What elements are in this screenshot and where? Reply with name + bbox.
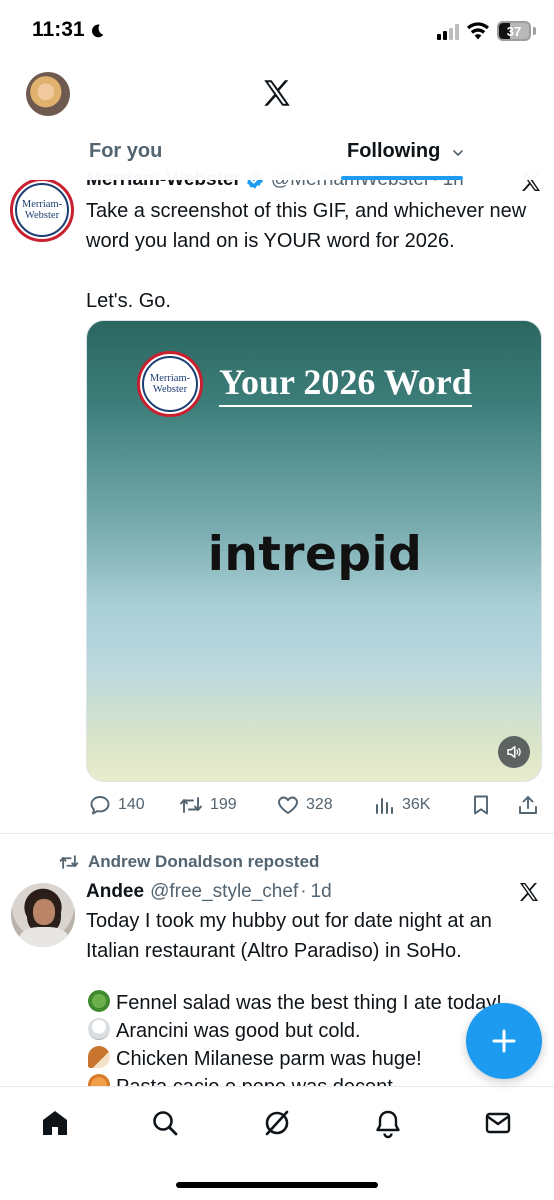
- logo-text: Merriam-: [149, 372, 191, 384]
- home-icon[interactable]: [39, 1107, 71, 1139]
- speaker-muted-icon: [507, 746, 521, 758]
- avatar[interactable]: [11, 883, 75, 947]
- home-indicator: [176, 1182, 378, 1188]
- battery-percent: 37: [506, 23, 522, 39]
- tweet-header: Andee @free_style_chef · 1d: [86, 878, 332, 906]
- repost-count: 199: [210, 796, 237, 813]
- heart-icon: [278, 796, 298, 814]
- repost-icon: [180, 797, 202, 813]
- bookmark-button[interactable]: [470, 788, 498, 822]
- tweet-media-gif[interactable]: Merriam- Webster Your 2026 Word intrepid: [86, 320, 542, 782]
- analytics-icon: [376, 798, 393, 814]
- separator-dot: ·: [300, 881, 307, 902]
- tweet-actions: 140 199 328 36K: [86, 788, 542, 822]
- views-button[interactable]: 36K: [374, 788, 430, 822]
- battery-indicator: 37: [497, 21, 531, 41]
- view-count: 36K: [402, 796, 431, 813]
- like-button[interactable]: 328: [276, 788, 333, 822]
- plus-icon: [492, 1029, 516, 1053]
- tweet-text: Take a screenshot of this GIF, and which…: [86, 200, 527, 312]
- tweet-line: Fennel salad was the best thing I ate to…: [88, 988, 538, 1018]
- author-name[interactable]: Andee: [86, 881, 144, 903]
- status-time: 11:31: [32, 18, 85, 41]
- mail-icon[interactable]: [482, 1107, 514, 1139]
- repost-button[interactable]: 199: [178, 788, 237, 822]
- avatar[interactable]: Merriam- Webster: [10, 178, 74, 242]
- top-header: 11:31 37 For you Following: [0, 0, 554, 180]
- x-source-icon: [520, 883, 538, 901]
- bookmark-icon: [474, 795, 488, 815]
- wifi-icon: [467, 22, 489, 40]
- reply-button[interactable]: 140: [88, 788, 145, 822]
- tab-following[interactable]: Following: [347, 140, 440, 163]
- rice-ball-emoji-icon: [88, 1018, 110, 1040]
- search-icon[interactable]: [149, 1107, 181, 1139]
- active-tab-indicator: [341, 176, 463, 180]
- share-button[interactable]: [516, 788, 546, 822]
- focus-moon-icon: [91, 24, 104, 38]
- avatar-text: Merriam-: [21, 198, 63, 210]
- salad-emoji-icon: [88, 990, 110, 1012]
- tweet-time: 1d: [310, 881, 332, 902]
- cellular-signal-icon: [437, 24, 459, 40]
- poultry-leg-emoji-icon: [88, 1046, 110, 1068]
- grok-icon[interactable]: [261, 1107, 293, 1139]
- x-logo-icon[interactable]: [260, 76, 294, 110]
- logo-text: Webster: [152, 384, 188, 395]
- share-icon: [519, 796, 537, 814]
- reply-icon: [90, 796, 110, 815]
- compose-post-button[interactable]: [466, 1003, 542, 1079]
- repost-context[interactable]: Andrew Donaldson reposted: [58, 850, 319, 874]
- like-count: 328: [306, 796, 333, 813]
- sound-toggle-button[interactable]: [498, 736, 530, 768]
- bell-icon[interactable]: [372, 1107, 404, 1139]
- avatar-text: Webster: [24, 210, 60, 221]
- tweet-divider: [0, 833, 554, 834]
- reposted-by-text: Andrew Donaldson reposted: [88, 852, 320, 871]
- profile-avatar-button[interactable]: [26, 72, 70, 116]
- merriam-webster-logo: Merriam- Webster: [137, 351, 203, 417]
- media-word: intrepid: [207, 527, 423, 582]
- reply-count: 140: [118, 796, 145, 813]
- tab-for-you[interactable]: For you: [89, 140, 162, 163]
- media-heading: Your 2026 Word: [219, 361, 472, 407]
- tweet-text: Today I took my hubby out for date night…: [86, 910, 498, 962]
- battery-cap: [533, 27, 536, 35]
- author-handle[interactable]: @free_style_chef: [150, 881, 298, 903]
- chevron-down-icon[interactable]: [452, 147, 464, 159]
- repost-icon: [59, 855, 79, 869]
